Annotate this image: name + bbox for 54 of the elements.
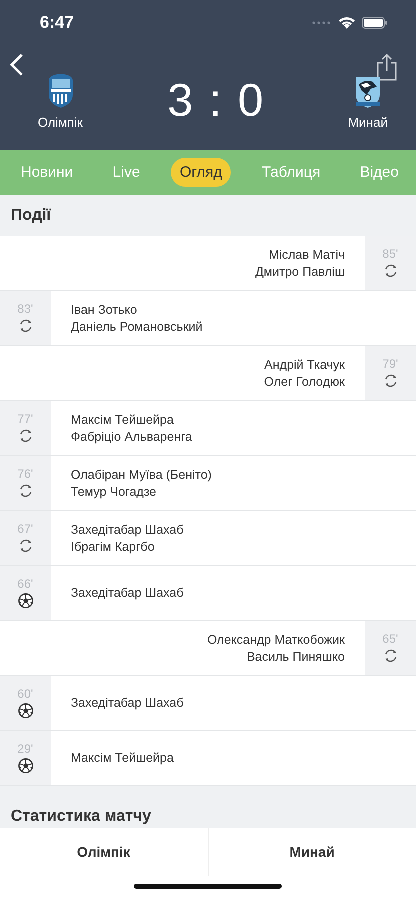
minute-label: 83' (18, 302, 34, 316)
section-title: Статистика матчу (11, 808, 152, 826)
minute-label: 67' (18, 522, 34, 536)
tab[interactable]: Live (104, 158, 150, 187)
substitution-icon (18, 483, 34, 499)
substitution-icon (18, 538, 34, 554)
minute-label: 77' (18, 412, 34, 426)
section-title: Події (11, 206, 52, 224)
minute-label: 76' (18, 467, 34, 481)
minute-label: 65' (382, 632, 398, 646)
player-name: Максім Тейшейра (71, 751, 174, 765)
player-name: Захедітабар Шахаб (71, 522, 184, 536)
player-name: Міслав Матіч (268, 248, 345, 262)
tab[interactable]: Огляд (170, 158, 232, 187)
minute-label: 85' (382, 247, 398, 261)
home-score: 3 (168, 74, 194, 126)
tab[interactable]: Новини (12, 158, 82, 187)
substitution-icon (18, 428, 34, 444)
substitution-icon (382, 648, 398, 664)
minute-label: 29' (18, 742, 34, 756)
player-name: Олександр Маткобожик (207, 632, 345, 646)
player-name: Максім Тейшейра (71, 412, 175, 426)
minute-label: 60' (18, 687, 34, 701)
player-name: Олег Голодюк (264, 374, 345, 388)
soccer-ball-icon (18, 758, 34, 774)
player-name: Олабіран Муїва (Беніто) (71, 468, 212, 482)
soccer-ball-icon (18, 593, 34, 609)
player-name: Дмитро Павліш (255, 264, 345, 278)
tab[interactable]: Таблиця (252, 158, 330, 187)
tab[interactable]: Відео (351, 158, 408, 187)
share-button[interactable] (376, 53, 398, 81)
player-name: Даніель Романовський (71, 320, 203, 334)
player-name: Фабріціо Альваренга (71, 430, 192, 444)
player-name: Захедітабар Шахаб (71, 696, 184, 710)
minute-label: 79' (382, 357, 398, 371)
player-name: Захедітабар Шахаб (71, 586, 184, 600)
away-score: 0 (238, 74, 264, 126)
wifi-icon (338, 16, 356, 29)
battery-icon (362, 16, 388, 28)
clock-time: 6:47 (40, 12, 74, 32)
player-name: Ібрагім Каргбо (71, 540, 156, 554)
signal-icon (312, 20, 332, 24)
player-name: Андрій Ткачук (264, 358, 345, 372)
substitution-icon (382, 373, 398, 389)
minute-label: 66' (18, 577, 34, 591)
substitution-icon (18, 318, 34, 334)
team-name: Минай (348, 115, 388, 130)
score-separator: : (209, 74, 222, 126)
substitution-icon (382, 263, 398, 279)
player-name: Темур Чогадзе (71, 484, 158, 498)
team-name: Олімпік (38, 115, 83, 130)
soccer-ball-icon (18, 703, 34, 719)
player-name: Василь Пиняшко (246, 650, 345, 664)
player-name: Іван Зотько (71, 302, 138, 316)
